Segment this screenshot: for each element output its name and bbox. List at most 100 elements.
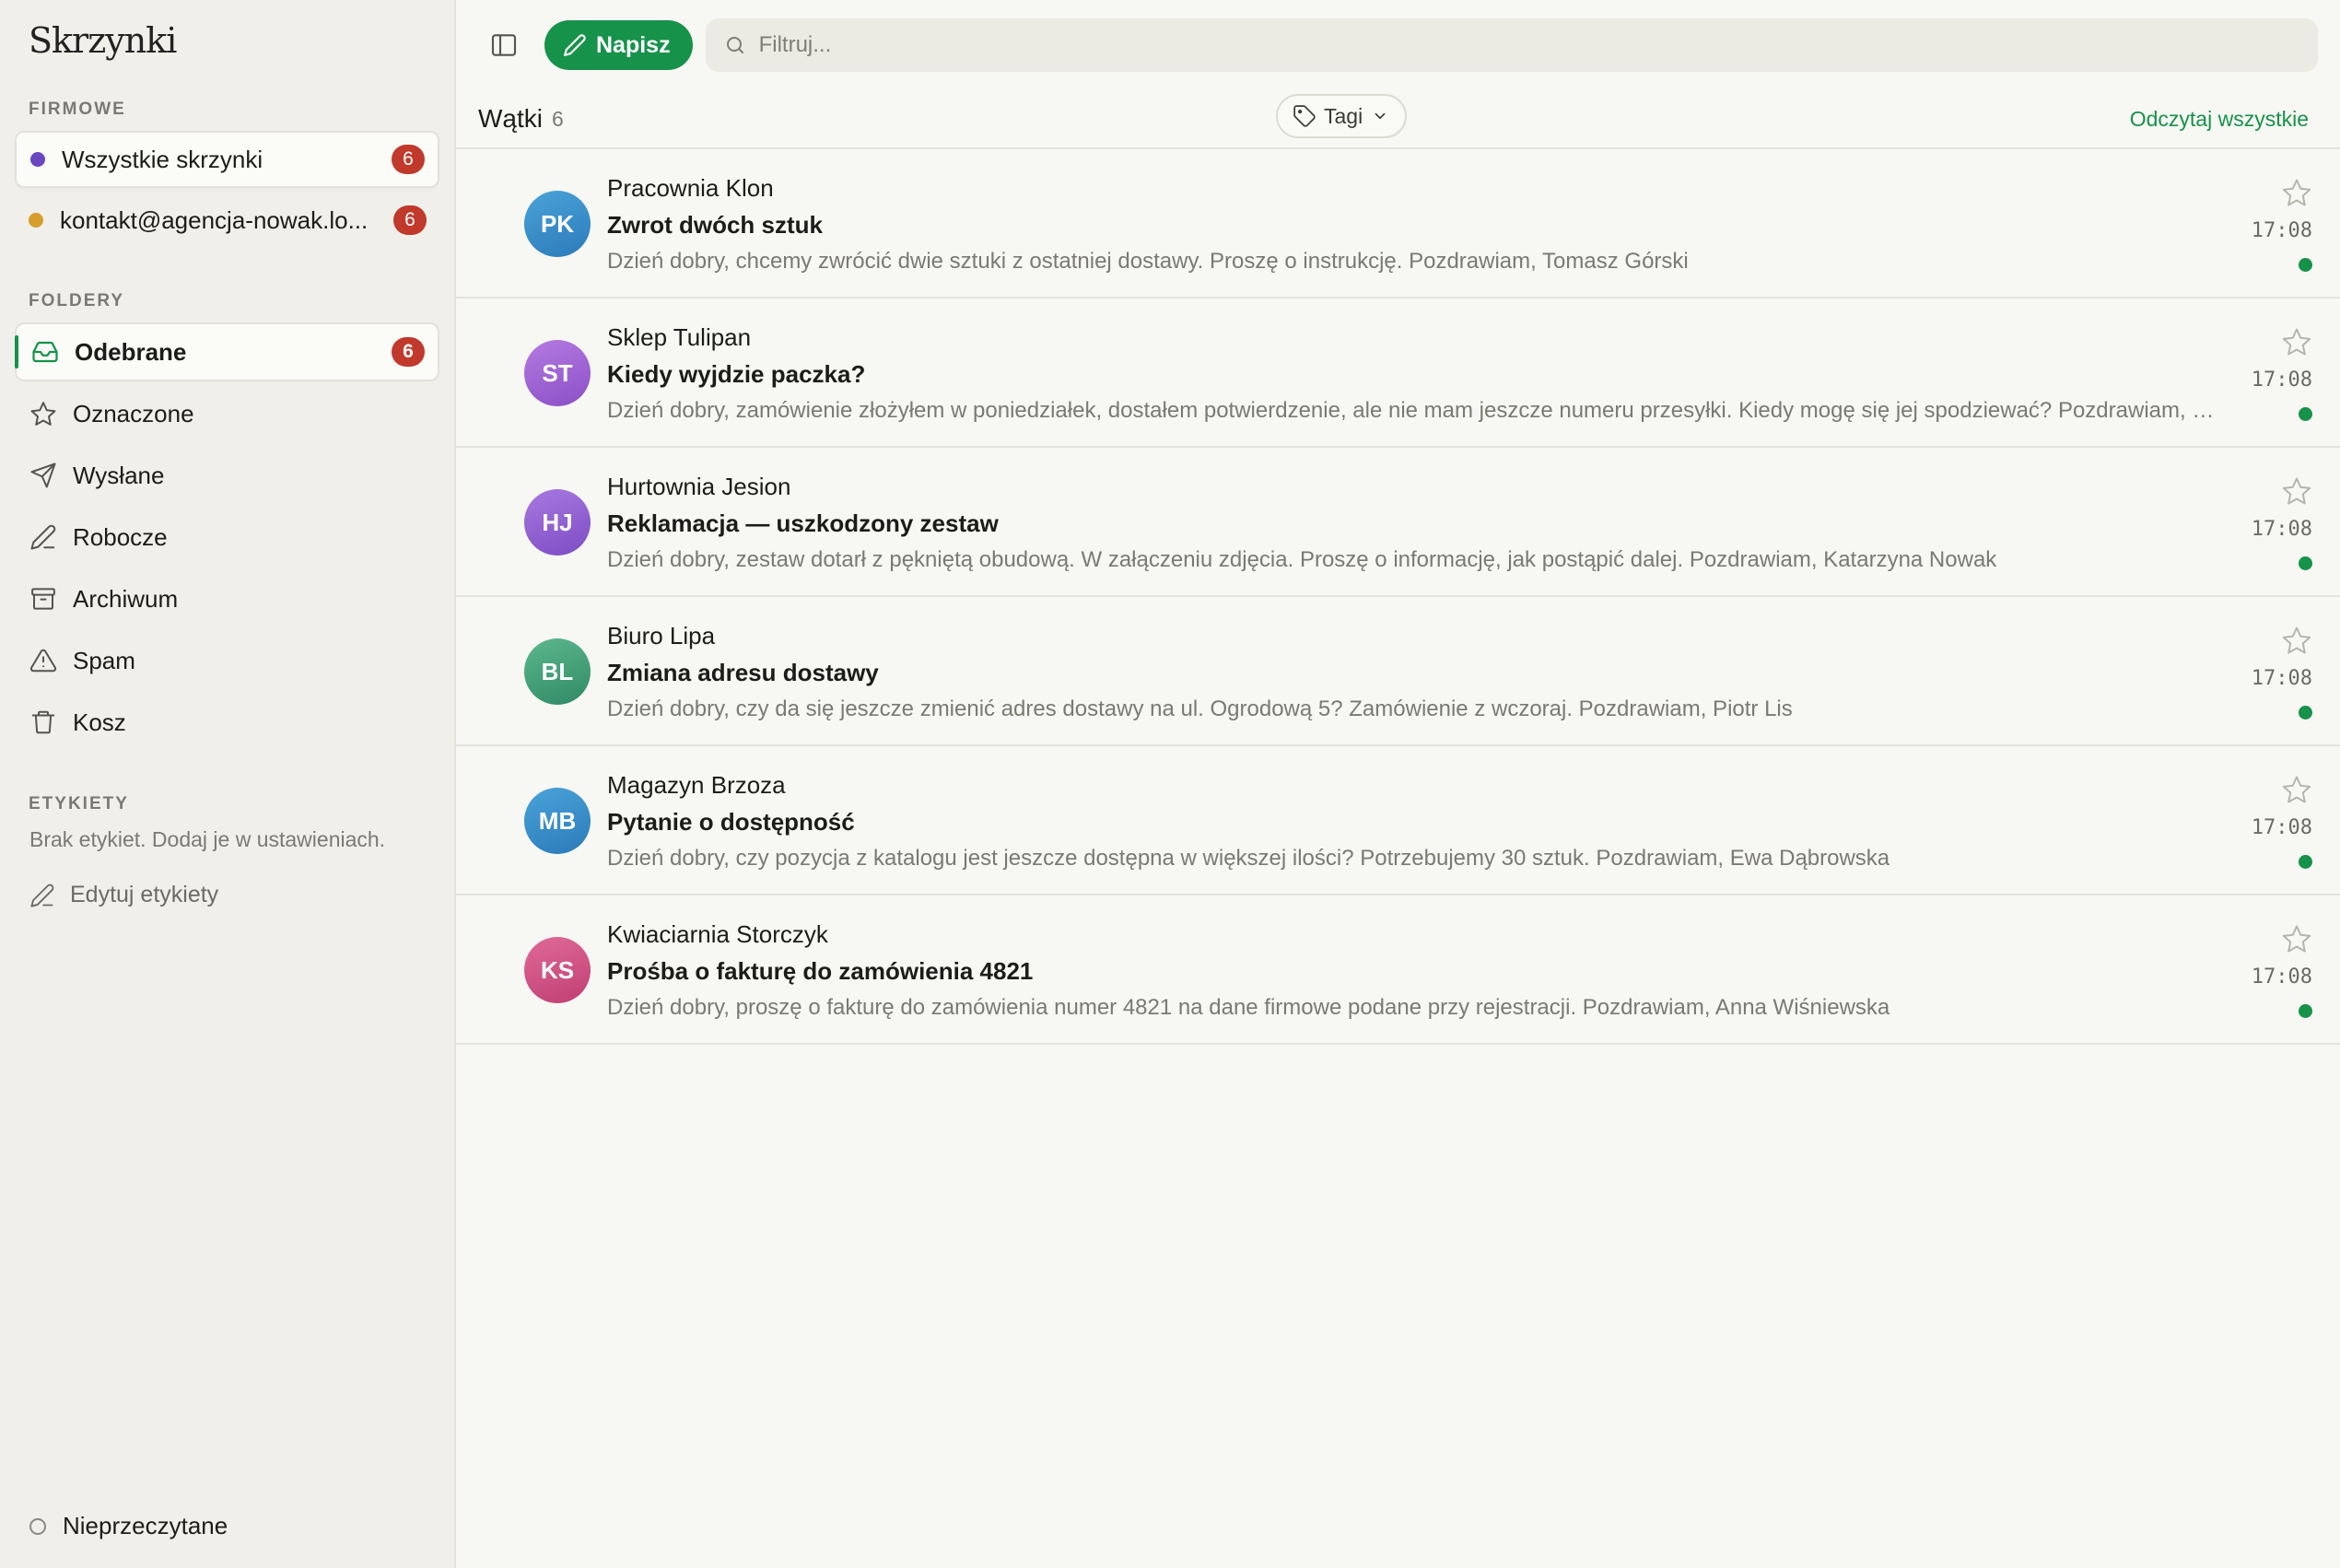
thread-row[interactable]: BL Biuro Lipa Zmiana adresu dostawy Dzie…	[456, 597, 2340, 746]
tags-dropdown[interactable]: Tagi	[1276, 94, 1408, 138]
thread-content: Kwiaciarnia Storczyk Prośba o fakturę do…	[607, 916, 2229, 1026]
folder-label: Kosz	[73, 708, 126, 736]
thread-preview: Dzień dobry, czy da się jeszcze zmienić …	[607, 696, 1793, 721]
thread-content: Biuro Lipa Zmiana adresu dostawy Dzień d…	[607, 617, 2229, 728]
unread-badge: 6	[392, 145, 425, 174]
star-icon[interactable]	[2281, 177, 2312, 208]
pencil-icon	[29, 522, 58, 552]
thread-time: 17:08	[2251, 667, 2312, 690]
thread-preview: Dzień dobry, proszę o fakturę do zamówie…	[607, 995, 1890, 1020]
thread-list-title: Wątki	[478, 104, 543, 133]
thread-subject: Pytanie o dostępność	[607, 808, 855, 836]
account-kontakt[interactable]: kontakt@agencja-nowak.lo... 6	[15, 192, 439, 249]
warning-icon	[29, 646, 58, 675]
search-icon	[726, 37, 743, 53]
thread-preview: Dzień dobry, zamówienie złożyłem w ponie…	[607, 398, 2229, 423]
pencil-icon	[30, 883, 54, 907]
thread-content: Hurtownia Jesion Reklamacja — uszkodzony…	[607, 468, 2229, 579]
avatar: HJ	[524, 489, 591, 556]
edit-labels-label: Edytuj etykiety	[70, 882, 219, 907]
trash-icon	[29, 708, 58, 737]
sidebar-toggle-button[interactable]	[486, 27, 522, 64]
avatar: BL	[524, 638, 591, 705]
thread-preview: Dzień dobry, zestaw dotarł z pękniętą ob…	[607, 547, 1997, 572]
folder-inbox[interactable]: Odebrane 6	[15, 322, 439, 381]
archive-icon	[29, 584, 58, 614]
thread-preview: Dzień dobry, chcemy zwrócić dwie sztuki …	[607, 249, 1689, 274]
unread-indicator	[2299, 855, 2312, 869]
star-icon[interactable]	[2281, 774, 2312, 805]
folders-section-label: FOLDERY	[29, 291, 125, 310]
folder-spam[interactable]: Spam	[15, 631, 439, 690]
folder-label: Odebrane	[75, 337, 187, 366]
filter-input[interactable]	[758, 32, 2299, 58]
unread-indicator	[2299, 706, 2312, 720]
unread-indicator	[2299, 258, 2312, 272]
pencil-icon	[564, 34, 586, 56]
unread-indicator	[2299, 1004, 2312, 1018]
tags-label: Tagi	[1324, 103, 1363, 128]
unread-badge: 6	[392, 337, 425, 367]
thread-subject: Reklamacja — uszkodzony zestaw	[607, 509, 999, 537]
folder-drafts[interactable]: Robocze	[15, 508, 439, 567]
thread-row[interactable]: HJ Hurtownia Jesion Reklamacja — uszkodz…	[456, 448, 2340, 597]
sidebar: Skrzynki FIRMOWE Wszystkie skrzynki 6 ko…	[0, 0, 456, 1568]
unread-filter-toggle[interactable]: Nieprzeczytane	[29, 1512, 228, 1540]
compose-button[interactable]: Napisz	[544, 20, 693, 70]
thread-sender: Hurtownia Jesion	[607, 473, 791, 500]
toolbar: Napisz	[456, 0, 2340, 90]
thread-count: 6	[552, 106, 564, 131]
sidebar-toggle-icon	[491, 34, 517, 56]
account-color-dot	[29, 213, 43, 228]
radio-circle-icon	[29, 1517, 46, 1535]
labels-section-label: ETYKIETY	[29, 794, 129, 813]
thread-subject: Prośba o fakturę do zamówienia 4821	[607, 957, 1034, 985]
main-panel: Napisz Wątki 6 Tagi Odczytaj wszystkie P…	[456, 0, 2340, 1568]
thread-row[interactable]: PK Pracownia Klon Zwrot dwóch sztuk Dzie…	[456, 149, 2340, 298]
star-icon[interactable]	[2281, 923, 2312, 954]
app-title: Skrzynki	[29, 20, 177, 61]
chevron-down-icon	[1375, 112, 1386, 120]
thread-sender: Sklep Tulipan	[607, 323, 752, 351]
folder-trash[interactable]: Kosz	[15, 693, 439, 752]
unread-badge: 6	[393, 205, 427, 235]
thread-subject: Zmiana adresu dostawy	[607, 659, 879, 686]
tag-icon	[1293, 105, 1316, 127]
folder-archive[interactable]: Archiwum	[15, 569, 439, 628]
unread-filter-label: Nieprzeczytane	[63, 1512, 228, 1539]
thread-time: 17:08	[2251, 965, 2312, 989]
thread-time: 17:08	[2251, 518, 2312, 541]
thread-time: 17:08	[2251, 369, 2312, 392]
thread-content: Pracownia Klon Zwrot dwóch sztuk Dzień d…	[607, 170, 2229, 280]
labels-empty-message: Brak etykiet. Dodaj je w ustawieniach.	[29, 827, 386, 851]
account-all-mailboxes[interactable]: Wszystkie skrzynki 6	[15, 131, 439, 188]
thread-row[interactable]: ST Sklep Tulipan Kiedy wyjdzie paczka? D…	[456, 298, 2340, 448]
account-label: kontakt@agencja-nowak.lo...	[60, 205, 369, 234]
accounts-section-label: FIRMOWE	[29, 99, 126, 119]
avatar: ST	[524, 340, 591, 406]
star-icon[interactable]	[2281, 625, 2312, 656]
inbox-icon	[30, 337, 60, 367]
thread-subject: Zwrot dwóch sztuk	[607, 211, 823, 239]
thread-row[interactable]: KS Kwiaciarnia Storczyk Prośba o fakturę…	[456, 895, 2340, 1045]
avatar: MB	[524, 788, 591, 854]
filter-box[interactable]	[705, 18, 2318, 72]
thread-row[interactable]: MB Magazyn Brzoza Pytanie o dostępność D…	[456, 746, 2340, 895]
edit-labels-link[interactable]: Edytuj etykiety	[15, 882, 439, 908]
thread-content: Sklep Tulipan Kiedy wyjdzie paczka? Dzie…	[607, 319, 2229, 429]
thread-time: 17:08	[2251, 219, 2312, 242]
star-icon[interactable]	[2281, 326, 2312, 357]
mark-all-read-button[interactable]: Odczytaj wszystkie	[2130, 107, 2309, 132]
star-icon	[29, 399, 58, 428]
account-color-dot	[30, 152, 45, 167]
folder-starred[interactable]: Oznaczone	[15, 384, 439, 443]
thread-sender: Magazyn Brzoza	[607, 771, 786, 799]
thread-sender: Pracownia Klon	[607, 174, 774, 202]
compose-label: Napisz	[596, 31, 671, 58]
folder-label: Wysłane	[73, 461, 165, 489]
thread-time: 17:08	[2251, 816, 2312, 839]
unread-indicator	[2299, 556, 2312, 570]
folder-sent[interactable]: Wysłane	[15, 446, 439, 505]
account-label: Wszystkie skrzynki	[62, 145, 263, 173]
star-icon[interactable]	[2281, 475, 2312, 507]
